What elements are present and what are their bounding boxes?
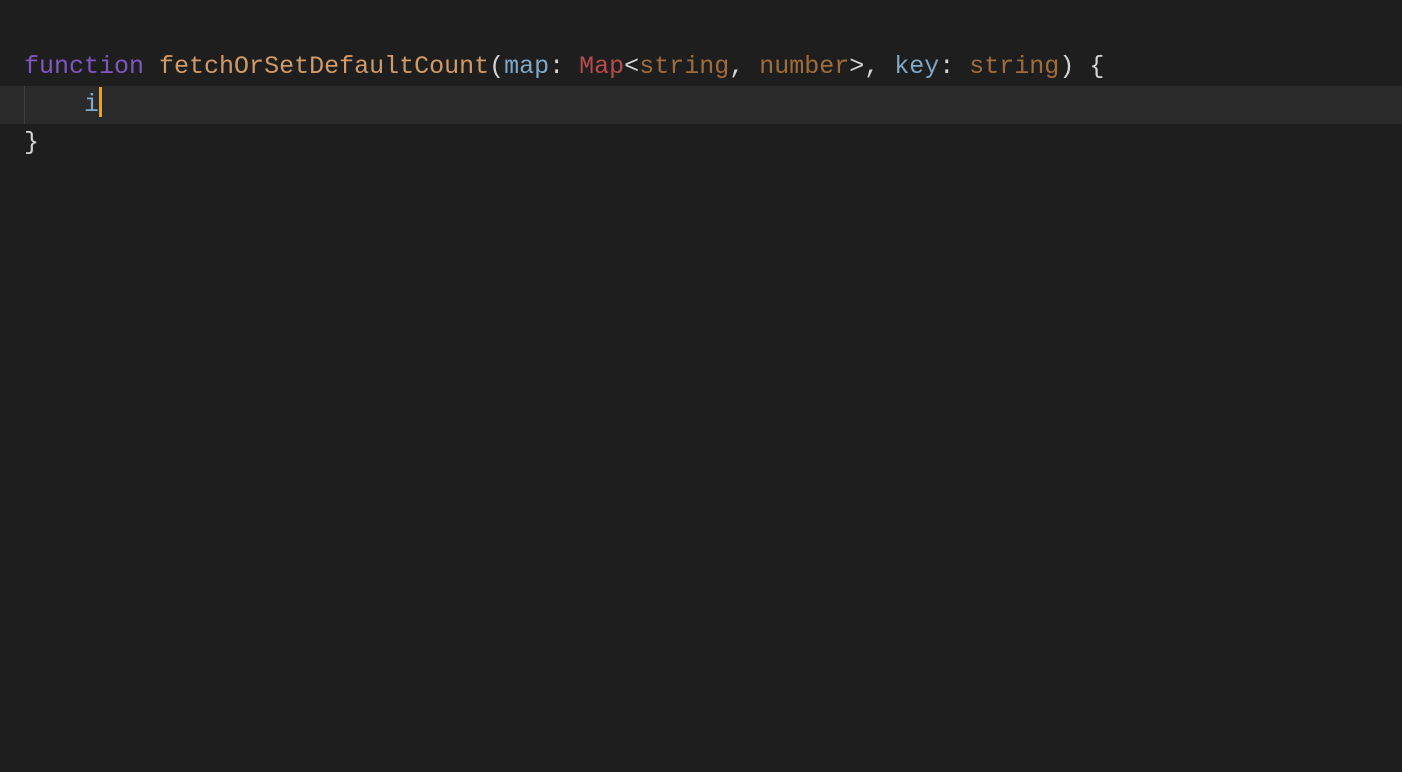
type-map: Map xyxy=(579,52,624,81)
colon: : xyxy=(549,52,579,81)
space xyxy=(144,52,159,81)
generic-comma: , xyxy=(729,52,759,81)
brace-close: } xyxy=(24,128,39,157)
generic-string: string xyxy=(639,52,729,81)
param-key: key xyxy=(894,52,939,81)
cursor xyxy=(99,87,102,117)
colon: : xyxy=(939,52,969,81)
angle-close: > xyxy=(849,52,864,81)
keyword-function: function xyxy=(24,52,144,81)
indent xyxy=(24,90,84,119)
brace-open: { xyxy=(1074,52,1104,81)
code-line-1[interactable]: function fetchOrSetDefaultCount(map: Map… xyxy=(0,48,1402,86)
code-editor[interactable]: function fetchOrSetDefaultCount(map: Map… xyxy=(0,0,1402,772)
type-string: string xyxy=(969,52,1059,81)
angle-open: < xyxy=(624,52,639,81)
comma: , xyxy=(864,52,894,81)
code-line-3[interactable]: } xyxy=(0,124,1402,162)
close-paren: ) xyxy=(1059,52,1074,81)
open-paren: ( xyxy=(489,52,504,81)
code-line-2-current[interactable]: i xyxy=(0,86,1402,124)
generic-number: number xyxy=(759,52,849,81)
identifier-partial: i xyxy=(84,90,99,119)
function-name: fetchOrSetDefaultCount xyxy=(159,52,489,81)
indent-guide xyxy=(24,86,25,124)
param-map: map xyxy=(504,52,549,81)
